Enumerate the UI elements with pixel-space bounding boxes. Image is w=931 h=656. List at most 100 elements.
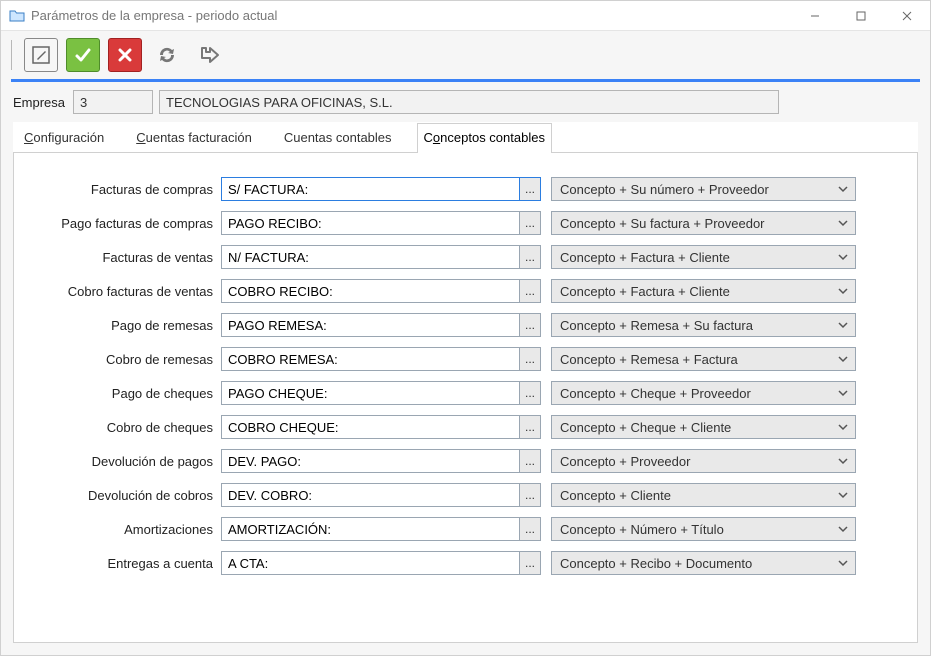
divider: [11, 79, 920, 82]
concept-text-input[interactable]: [221, 177, 519, 201]
concept-format-value: Concepto + Cheque + Proveedor: [560, 386, 751, 401]
lookup-button[interactable]: ...: [519, 415, 541, 439]
concept-row: Pago facturas de compras... Concepto + Su…: [26, 211, 873, 235]
lookup-button[interactable]: ...: [519, 483, 541, 507]
close-button[interactable]: [884, 1, 930, 31]
concept-format-value: Concepto + Cliente: [560, 488, 671, 503]
concept-text-input[interactable]: [221, 517, 519, 541]
lookup-button[interactable]: ...: [519, 449, 541, 473]
concept-label: Facturas de ventas: [26, 250, 221, 265]
refresh-button[interactable]: [150, 38, 184, 72]
chevron-down-icon: [837, 386, 849, 403]
app-window: Parámetros de la empresa - periodo actua…: [0, 0, 931, 656]
company-code-field[interactable]: 3: [73, 90, 153, 114]
concept-text-wrap: ...: [221, 483, 541, 507]
chevron-down-icon: [837, 216, 849, 233]
tab-cuentas-contables[interactable]: Cuentas contables: [277, 123, 399, 153]
concept-format-select[interactable]: Concepto + Su factura + Proveedor: [551, 211, 856, 235]
chevron-down-icon: [837, 250, 849, 267]
concept-format-select[interactable]: Concepto + Recibo + Documento: [551, 551, 856, 575]
concept-row: Facturas de ventas... Concepto + Factura …: [26, 245, 873, 269]
concept-text-input[interactable]: [221, 483, 519, 507]
concept-format-select[interactable]: Concepto + Número + Título: [551, 517, 856, 541]
refresh-icon: [154, 42, 180, 68]
concept-text-input[interactable]: [221, 279, 519, 303]
lookup-button[interactable]: ...: [519, 381, 541, 405]
lookup-button[interactable]: ...: [519, 177, 541, 201]
concept-format-select[interactable]: Concepto + Su número + Proveedor: [551, 177, 856, 201]
check-icon: [73, 45, 93, 65]
minimize-button[interactable]: [792, 1, 838, 31]
concept-label: Amortizaciones: [26, 522, 221, 537]
concept-text-wrap: ...: [221, 347, 541, 371]
export-button[interactable]: [192, 38, 226, 72]
concept-text-input[interactable]: [221, 245, 519, 269]
company-name-field: TECNOLOGIAS PARA OFICINAS, S.L.: [159, 90, 779, 114]
company-row: Empresa 3 TECNOLOGIAS PARA OFICINAS, S.L…: [1, 90, 930, 122]
concept-row: Amortizaciones... Concepto + Número + Tít…: [26, 517, 873, 541]
lookup-button[interactable]: ...: [519, 279, 541, 303]
concept-format-select[interactable]: Concepto + Remesa + Factura: [551, 347, 856, 371]
form-panel: Facturas de compras... Concepto + Su núme…: [13, 153, 918, 643]
lookup-button[interactable]: ...: [519, 347, 541, 371]
concept-label: Entregas a cuenta: [26, 556, 221, 571]
concept-text-input[interactable]: [221, 347, 519, 371]
tab-conceptos-contables[interactable]: Conceptos contables: [417, 123, 552, 153]
concept-label: Pago de cheques: [26, 386, 221, 401]
concept-row: Devolución de cobros... Concepto + Client…: [26, 483, 873, 507]
toolbar: [1, 31, 930, 79]
concept-label: Devolución de pagos: [26, 454, 221, 469]
concept-label: Facturas de compras: [26, 182, 221, 197]
concept-label: Pago facturas de compras: [26, 216, 221, 231]
concept-format-select[interactable]: Concepto + Cliente: [551, 483, 856, 507]
accept-button[interactable]: [66, 38, 100, 72]
chevron-down-icon: [837, 488, 849, 505]
toolbar-separator: [11, 40, 12, 70]
chevron-down-icon: [837, 352, 849, 369]
concept-row: Devolución de pagos... Concepto + Proveed…: [26, 449, 873, 473]
concept-format-select[interactable]: Concepto + Cheque + Cliente: [551, 415, 856, 439]
concept-format-value: Concepto + Factura + Cliente: [560, 284, 730, 299]
lookup-button[interactable]: ...: [519, 517, 541, 541]
concept-text-wrap: ...: [221, 381, 541, 405]
concept-text-wrap: ...: [221, 211, 541, 235]
maximize-button[interactable]: [838, 1, 884, 31]
tabstrip: Configuración Cuentas facturación Cuenta…: [13, 122, 918, 153]
concept-label: Devolución de cobros: [26, 488, 221, 503]
company-label: Empresa: [13, 95, 65, 110]
concept-format-select[interactable]: Concepto + Proveedor: [551, 449, 856, 473]
concept-row: Pago de remesas... Concepto + Remesa + Su…: [26, 313, 873, 337]
edit-button[interactable]: [24, 38, 58, 72]
concept-text-input[interactable]: [221, 551, 519, 575]
tab-configuracion[interactable]: Configuración: [17, 123, 111, 153]
concept-label: Pago de remesas: [26, 318, 221, 333]
concept-text-wrap: ...: [221, 177, 541, 201]
concept-format-value: Concepto + Cheque + Cliente: [560, 420, 731, 435]
concept-row: Cobro de cheques...Concepto + Cheque + C…: [26, 415, 873, 439]
lookup-button[interactable]: ...: [519, 551, 541, 575]
concept-format-select[interactable]: Concepto + Factura + Cliente: [551, 279, 856, 303]
concept-label: Cobro facturas de ventas: [26, 284, 221, 299]
tab-cuentas-facturacion[interactable]: Cuentas facturación: [129, 123, 259, 153]
concept-format-select[interactable]: Concepto + Cheque + Proveedor: [551, 381, 856, 405]
concept-text-wrap: ...: [221, 279, 541, 303]
concept-text-input[interactable]: [221, 211, 519, 235]
lookup-button[interactable]: ...: [519, 245, 541, 269]
chevron-down-icon: [837, 182, 849, 199]
concept-text-input[interactable]: [221, 381, 519, 405]
lookup-button[interactable]: ...: [519, 211, 541, 235]
window-title: Parámetros de la empresa - periodo actua…: [31, 8, 277, 23]
concept-format-value: Concepto + Su número + Proveedor: [560, 182, 769, 197]
chevron-down-icon: [837, 284, 849, 301]
concept-text-wrap: ...: [221, 245, 541, 269]
concept-row: Cobro facturas de ventas... Concepto + Fa…: [26, 279, 873, 303]
concept-text-input[interactable]: [221, 313, 519, 337]
lookup-button[interactable]: ...: [519, 313, 541, 337]
concept-format-select[interactable]: Concepto + Factura + Cliente: [551, 245, 856, 269]
concept-label: Cobro de remesas: [26, 352, 221, 367]
concept-text-input[interactable]: [221, 415, 519, 439]
concept-text-input[interactable]: [221, 449, 519, 473]
concept-format-value: Concepto + Número + Título: [560, 522, 724, 537]
concept-format-select[interactable]: Concepto + Remesa + Su factura: [551, 313, 856, 337]
cancel-button[interactable]: [108, 38, 142, 72]
